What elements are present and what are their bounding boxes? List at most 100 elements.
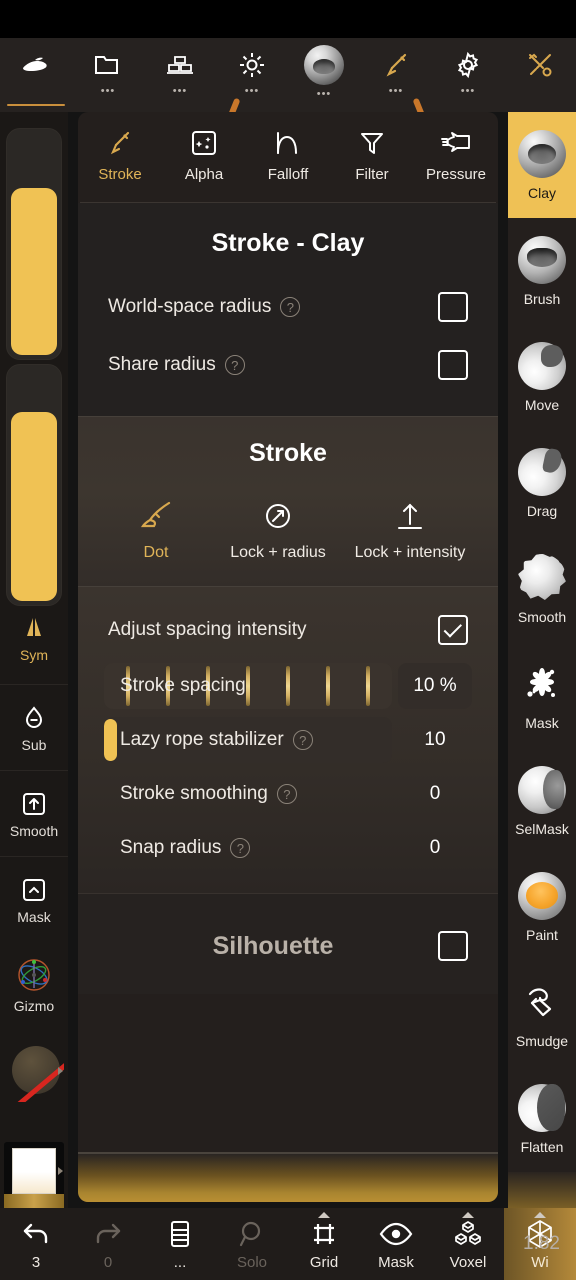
stroke-spacing-value[interactable]: 10 % bbox=[398, 663, 472, 709]
stroke-mode-lock-radius[interactable]: Lock + radius bbox=[212, 496, 344, 562]
radius-slider[interactable] bbox=[6, 128, 62, 360]
stack-icon bbox=[163, 48, 197, 82]
funnel-icon bbox=[358, 124, 386, 162]
tab-alpha[interactable]: Alpha bbox=[162, 124, 246, 202]
selmask-sphere-icon bbox=[518, 765, 566, 814]
toolbar-item-files[interactable]: ••• bbox=[72, 38, 144, 112]
right-rail-gold-footer bbox=[508, 1172, 576, 1208]
sidebar-item-gizmo[interactable]: Gizmo bbox=[0, 942, 68, 1028]
brush-item-smudge[interactable]: Smudge bbox=[508, 960, 576, 1066]
row-world-space-radius[interactable]: World-space radius ? bbox=[78, 278, 498, 336]
sidebar-item-smooth[interactable]: Smooth bbox=[0, 770, 68, 856]
bottom-toolbar: 3 0 ... Solo Grid Mask Voxel Wi 1.82 bbox=[0, 1208, 576, 1280]
slider-stroke-smoothing[interactable]: Stroke smoothing ? 0 bbox=[78, 767, 498, 821]
slider-tick bbox=[326, 666, 330, 706]
slider-snap-radius[interactable]: Snap radius ? 0 bbox=[78, 821, 498, 875]
bottom-item-voxel[interactable]: Voxel bbox=[432, 1208, 504, 1280]
snap-radius-track[interactable]: Snap radius ? bbox=[104, 825, 392, 871]
row-share-radius[interactable]: Share radius ? bbox=[78, 336, 498, 394]
slider-stroke-spacing[interactable]: Stroke spacing 10 % bbox=[78, 659, 498, 713]
pressure-hand-icon bbox=[440, 124, 472, 162]
material-swatch[interactable] bbox=[4, 1040, 64, 1102]
sidebar-item-sub[interactable]: Sub bbox=[0, 684, 68, 770]
tab-pressure[interactable]: Pressure bbox=[414, 124, 498, 202]
brush-item-mask[interactable]: Mask bbox=[508, 642, 576, 748]
toolbar-dots: ••• bbox=[460, 85, 476, 97]
active-tab-underline bbox=[7, 104, 65, 106]
share-radius-checkbox[interactable] bbox=[438, 350, 468, 380]
smudge-hand-icon bbox=[518, 978, 566, 1026]
app-root: ••• ••• ••• ••• ••• ••• Sym Sub Smooth M… bbox=[0, 0, 576, 1280]
toolbar-item-tools[interactable] bbox=[504, 38, 576, 112]
brush-item-move[interactable]: Move bbox=[508, 324, 576, 430]
stroke-mode-dot[interactable]: Dot bbox=[100, 496, 212, 562]
alpha-square-icon bbox=[190, 124, 218, 162]
brush-item-drag[interactable]: Drag bbox=[508, 430, 576, 536]
adjust-spacing-intensity-checkbox[interactable] bbox=[438, 615, 468, 645]
stroke-mode-lock-intensity[interactable]: Lock + intensity bbox=[344, 496, 476, 562]
stroke-smoothing-label: Stroke smoothing bbox=[120, 783, 268, 804]
stroke-spacing-track[interactable]: Stroke spacing bbox=[104, 663, 392, 709]
lazy-rope-stabilizer-value[interactable]: 10 bbox=[398, 729, 472, 751]
caret-up-icon bbox=[462, 1212, 474, 1218]
toolbar-item-lighting[interactable]: ••• bbox=[216, 38, 288, 112]
redo-icon bbox=[93, 1217, 123, 1251]
toolbar-item-material-sphere[interactable]: ••• bbox=[288, 38, 360, 112]
color-band bbox=[4, 1194, 64, 1208]
tab-stroke-label: Stroke bbox=[98, 166, 142, 183]
help-icon[interactable]: ? bbox=[292, 730, 313, 750]
brush-item-brush[interactable]: Brush bbox=[508, 218, 576, 324]
toolbar-item-brush[interactable]: ••• bbox=[360, 38, 432, 112]
panel-tabs: Stroke Alpha Falloff Filter Pressure bbox=[78, 112, 498, 202]
row-adjust-spacing-intensity[interactable]: Adjust spacing intensity bbox=[78, 601, 498, 659]
brush-item-flatten[interactable]: Flatten bbox=[508, 1066, 576, 1172]
color-swatch[interactable] bbox=[4, 1142, 64, 1200]
sidebar-item-sym[interactable]: Sym bbox=[0, 612, 68, 663]
world-space-radius-checkbox[interactable] bbox=[438, 292, 468, 322]
snap-radius-value[interactable]: 0 bbox=[398, 837, 472, 859]
radius-slider-fill bbox=[11, 188, 57, 355]
sub-drop-icon bbox=[19, 703, 49, 733]
intensity-slider[interactable] bbox=[6, 364, 62, 606]
brush-item-smooth[interactable]: Smooth bbox=[508, 536, 576, 642]
panel-gold-footer[interactable] bbox=[78, 1154, 498, 1202]
bottom-item-wireframe-label: Wi bbox=[531, 1254, 549, 1271]
slider-lazy-rope-stabilizer[interactable]: Lazy rope stabilizer ? 10 bbox=[78, 713, 498, 767]
sidebar-item-mask[interactable]: Mask bbox=[0, 856, 68, 942]
bottom-item-solo-label: Solo bbox=[236, 1254, 268, 1271]
toolbar-item-settings[interactable]: ••• bbox=[432, 38, 504, 112]
help-icon[interactable]: ? bbox=[276, 784, 297, 804]
brush-item-selmask-label: SelMask bbox=[515, 820, 569, 837]
bottom-item-redo[interactable]: 0 bbox=[72, 1208, 144, 1280]
silhouette-checkbox[interactable] bbox=[438, 931, 468, 961]
drag-sphere-icon bbox=[518, 447, 566, 496]
sidebar-item-smooth-label: Smooth bbox=[9, 822, 59, 839]
toolbar-item-sculpt-tool[interactable] bbox=[0, 38, 72, 112]
chevron-right-icon bbox=[58, 1167, 63, 1175]
tab-filter[interactable]: Filter bbox=[330, 124, 414, 202]
tab-stroke[interactable]: Stroke bbox=[78, 124, 162, 202]
stroke-smoothing-track[interactable]: Stroke smoothing ? bbox=[104, 771, 392, 817]
help-icon[interactable]: ? bbox=[224, 355, 245, 375]
bottom-item-layers[interactable]: ... bbox=[144, 1208, 216, 1280]
bottom-item-grid[interactable]: Grid bbox=[288, 1208, 360, 1280]
help-icon[interactable]: ? bbox=[230, 838, 251, 858]
toolbar-item-layers[interactable]: ••• bbox=[144, 38, 216, 112]
dot-brush-icon bbox=[139, 496, 173, 536]
eye-icon bbox=[379, 1217, 413, 1251]
brush-item-selmask[interactable]: SelMask bbox=[508, 748, 576, 854]
bottom-item-mask[interactable]: Mask bbox=[360, 1208, 432, 1280]
bottom-item-redo-label: 0 bbox=[103, 1254, 113, 1271]
brush-item-paint[interactable]: Paint bbox=[508, 854, 576, 960]
lazy-rope-stabilizer-track[interactable]: Lazy rope stabilizer ? bbox=[104, 717, 392, 763]
brush-item-clay[interactable]: Clay bbox=[508, 112, 576, 218]
bottom-item-solo[interactable]: Solo bbox=[216, 1208, 288, 1280]
mask-caret-icon bbox=[19, 875, 49, 905]
tab-falloff[interactable]: Falloff bbox=[246, 124, 330, 202]
stroke-smoothing-value[interactable]: 0 bbox=[398, 783, 472, 805]
tab-alpha-label: Alpha bbox=[184, 166, 224, 183]
help-icon[interactable]: ? bbox=[280, 297, 301, 317]
bottom-item-undo[interactable]: 3 bbox=[0, 1208, 72, 1280]
top-toolbar: ••• ••• ••• ••• ••• ••• bbox=[0, 38, 576, 112]
row-silhouette[interactable]: Silhouette bbox=[78, 924, 498, 968]
